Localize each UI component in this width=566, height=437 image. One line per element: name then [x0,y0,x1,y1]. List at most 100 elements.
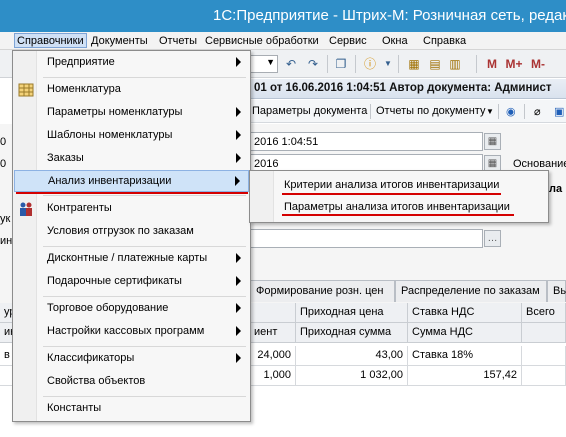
memory-minus-button[interactable]: M- [528,56,548,72]
document-reports-button[interactable]: Отчеты по документу [376,105,485,117]
tab-label: Вь [553,285,566,297]
menu-separator [43,195,246,196]
annotation-underline [16,192,248,194]
document-header-title: 01 от 16.06.2016 1:04:51 Автор документа… [254,82,552,94]
main-menu-bar: Справочники Документы Отчеты Сервисные о… [0,32,566,50]
docs-icon[interactable]: ▣ [554,105,564,118]
menu-item-predpriyatie[interactable]: Предприятие [14,52,249,74]
submenu-arrow-icon [236,107,241,117]
toolbar-separator [398,55,399,73]
menu-item-parametry-nomenklatury[interactable]: Параметры номенклатуры [14,102,249,124]
attachment-icon[interactable]: ⌀ [534,105,541,118]
memory-button[interactable]: M [484,56,500,72]
toolbar-combo[interactable]: ▼ [250,55,278,73]
submenu-arrow-icon [236,353,241,363]
tab-label: Формирование розн. цен [256,285,384,297]
memory-plus-button[interactable]: M+ [504,56,524,72]
osnovanie-label: Основание [513,158,566,170]
table-header [522,323,566,343]
search-forward-icon[interactable]: ↷ [305,56,321,72]
table-cell[interactable]: 157,42 [408,366,522,386]
submenu-item-label: Параметры анализа итогов инвентаризации [284,201,510,213]
table-cell[interactable]: 24,000 [250,346,296,366]
command-separator [370,104,371,119]
menu-item-label: Контрагенты [47,202,112,214]
table-header-stavka-nds[interactable]: Ставка НДС [408,303,522,323]
tab-more[interactable]: Вь [547,280,566,302]
menu-item-svoystva-obektov[interactable]: Свойства объектов [14,371,249,393]
select-button[interactable]: … [484,230,501,247]
table-cell[interactable]: 1,000 [250,366,296,386]
globe-icon[interactable]: ◉ [506,105,516,118]
menu-item-kontragenty[interactable]: Контрагенты [14,198,249,220]
left-fragment: 0 [0,136,7,148]
menu-spravochniki[interactable]: Справочники [14,33,87,48]
menu-okna[interactable]: Окна [380,34,410,49]
menu-item-label: Предприятие [47,56,115,68]
menu-item-label: Торговое оборудование [47,302,169,314]
menu-item-diskontnye-karty[interactable]: Дисконтные / платежные карты [14,248,249,270]
menu-item-shablony-nomenklatury[interactable]: Шаблоны номенклатуры [14,125,249,147]
table-cell[interactable] [522,366,566,386]
table-cell[interactable]: 1 032,00 [296,366,408,386]
search-back-icon[interactable]: ↶ [283,56,299,72]
menu-separator [43,296,246,297]
table-cell[interactable]: 43,00 [296,346,408,366]
menu-item-analiz-inventarizacii[interactable]: Анализ инвентаризации [14,170,249,192]
menu-item-nomenklatura[interactable]: Номенклатура [14,79,249,101]
table-header-client[interactable]: иент [250,323,296,343]
tab-raspredelenie-po-zakazam[interactable]: Распределение по заказам [395,280,547,302]
menu-otchety[interactable]: Отчеты [157,34,199,49]
submenu-arrow-icon [236,326,241,336]
table-header [250,303,296,323]
chevron-down-icon[interactable]: ▼ [486,107,494,116]
counterparty-field[interactable] [250,229,483,248]
menu-spravka[interactable]: Справка [421,34,468,49]
table-cell[interactable] [522,346,566,366]
submenu-arrow-icon [236,57,241,67]
left-fragment: ук [0,213,11,225]
table-header-prihodnaya-cena[interactable]: Приходная цена [296,303,408,323]
chevron-down-icon[interactable]: ▼ [380,56,396,72]
calendar-icon[interactable]: ▤ [427,56,443,72]
calendar-button[interactable]: ▦ [484,133,501,150]
document-tabs: Формирование розн. цен Распределение по … [250,280,566,302]
menu-item-label: Константы [47,402,102,414]
submenu-item-label: Критерии анализа итогов инвентаризации [284,179,500,191]
menu-item-torgovoe-oborudovanie[interactable]: Торговое оборудование [14,298,249,320]
menu-separator [43,346,246,347]
menu-item-zakazy[interactable]: Заказы [14,148,249,170]
command-separator [498,104,499,119]
spravochniki-dropdown-menu: Предприятие Номенклатура Параметры номен… [12,50,251,422]
menu-servisnye-obrabotki[interactable]: Сервисные обработки [203,34,321,49]
copy-icon[interactable]: ❐ [333,56,349,72]
document-date-field[interactable]: 2016 1:04:51 [250,132,483,151]
table-icon[interactable]: ▥ [447,56,463,72]
menu-item-podarochnye-sertifikaty[interactable]: Подарочные сертификаты [14,271,249,293]
grid-icon [18,82,34,98]
menu-item-label: Шаблоны номенклатуры [47,129,173,141]
menu-item-nastroyki-kassovyh-programm[interactable]: Настройки кассовых программ [14,321,249,343]
document-parameters-button[interactable]: Параметры документа [252,105,367,117]
menu-item-label: Условия отгрузок по заказам [47,225,194,237]
cell-fragment: в [4,349,10,361]
table-header-prihodnaya-summa[interactable]: Приходная сумма [296,323,408,343]
info-icon[interactable]: ⓘ [362,56,378,72]
menu-item-klassifikatory[interactable]: Классификаторы [14,348,249,370]
menu-servis[interactable]: Сервис [327,34,369,49]
left-fragment: 0 [0,158,7,170]
submenu-arrow-icon [236,153,241,163]
left-fragment: ин [0,235,13,247]
menu-item-usloviya-otgruzok[interactable]: Условия отгрузок по заказам [14,221,249,243]
menu-item-konstanty[interactable]: Константы [14,398,249,420]
table-cell[interactable]: Ставка 18% [408,346,522,366]
table-header-summa-nds[interactable]: Сумма НДС [408,323,522,343]
calculator-icon[interactable]: ▦ [406,56,422,72]
document-date-value: 2016 1:04:51 [254,136,319,148]
table-header-vsego[interactable]: Всего [522,303,566,323]
menu-dokumenty[interactable]: Документы [89,34,150,49]
toolbar-separator [355,55,356,73]
tab-formirovanie-roznits[interactable]: Формирование розн. цен [250,280,395,302]
command-separator [524,104,525,119]
submenu-arrow-icon [236,253,241,263]
